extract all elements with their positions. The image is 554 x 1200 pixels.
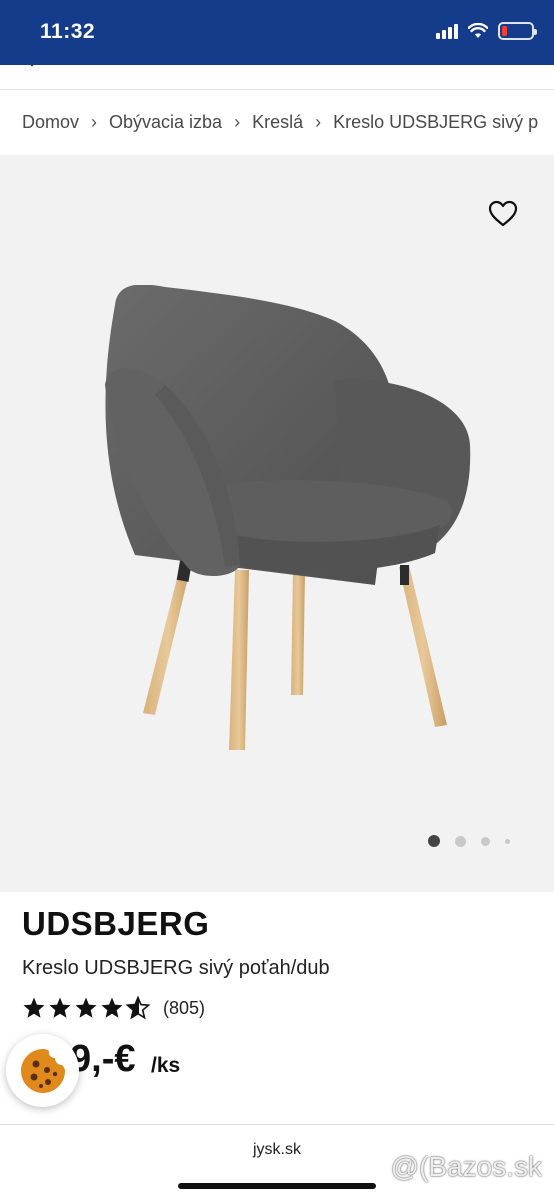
product-name: Kreslo UDSBJERG sivý poťah/dub — [22, 957, 330, 979]
battery-icon — [498, 22, 537, 40]
breadcrumb-item-current: Kreslo UDSBJERG sivý p — [333, 112, 539, 132]
home-indicator[interactable] — [178, 1183, 376, 1189]
status-time: 11:32 — [40, 20, 96, 43]
breadcrumb-item-armchairs[interactable]: Kreslá — [252, 112, 303, 133]
product-rating[interactable]: (805) — [22, 996, 205, 1020]
carousel-indicators — [0, 835, 554, 851]
delivery-info-row-cut — [0, 65, 554, 89]
price-unit: /ks — [151, 1054, 181, 1077]
chevron-right-icon: › — [315, 112, 322, 132]
product-price: 9,-€ — [70, 1038, 136, 1080]
browser-bottom-bar: jysk.sk @(Bazos.sk — [0, 1124, 554, 1200]
heart-icon[interactable] — [488, 200, 518, 228]
wifi-icon — [468, 23, 488, 38]
product-image-armchair — [105, 285, 471, 750]
carousel-dot[interactable] — [481, 837, 490, 846]
cookie-settings-button[interactable] — [6, 1034, 79, 1107]
carousel-dot[interactable] — [455, 836, 466, 847]
location-icon — [30, 65, 34, 67]
rating-count[interactable]: (805) — [163, 998, 205, 1019]
cookie-icon — [20, 1048, 65, 1093]
product-image-gallery[interactable] — [0, 155, 554, 892]
watermark-logo: @(Bazos.sk — [390, 1151, 542, 1182]
chevron-right-icon: › — [234, 112, 241, 132]
cellular-signal-icon — [436, 23, 458, 39]
breadcrumb-item-home[interactable]: Domov — [22, 112, 79, 133]
product-brand: UDSBJERG — [22, 905, 210, 942]
breadcrumb: Domov › Obývacia izba › Kreslá › Kreslo … — [0, 89, 554, 155]
star-rating-icon — [23, 996, 150, 1019]
carousel-dot[interactable] — [505, 839, 510, 844]
carousel-dot-active[interactable] — [428, 835, 440, 847]
status-bar: 11:32 — [0, 0, 554, 65]
status-icons — [436, 22, 537, 40]
chevron-right-icon: › — [91, 112, 98, 132]
breadcrumb-item-living-room[interactable]: Obývacia izba — [109, 112, 222, 133]
